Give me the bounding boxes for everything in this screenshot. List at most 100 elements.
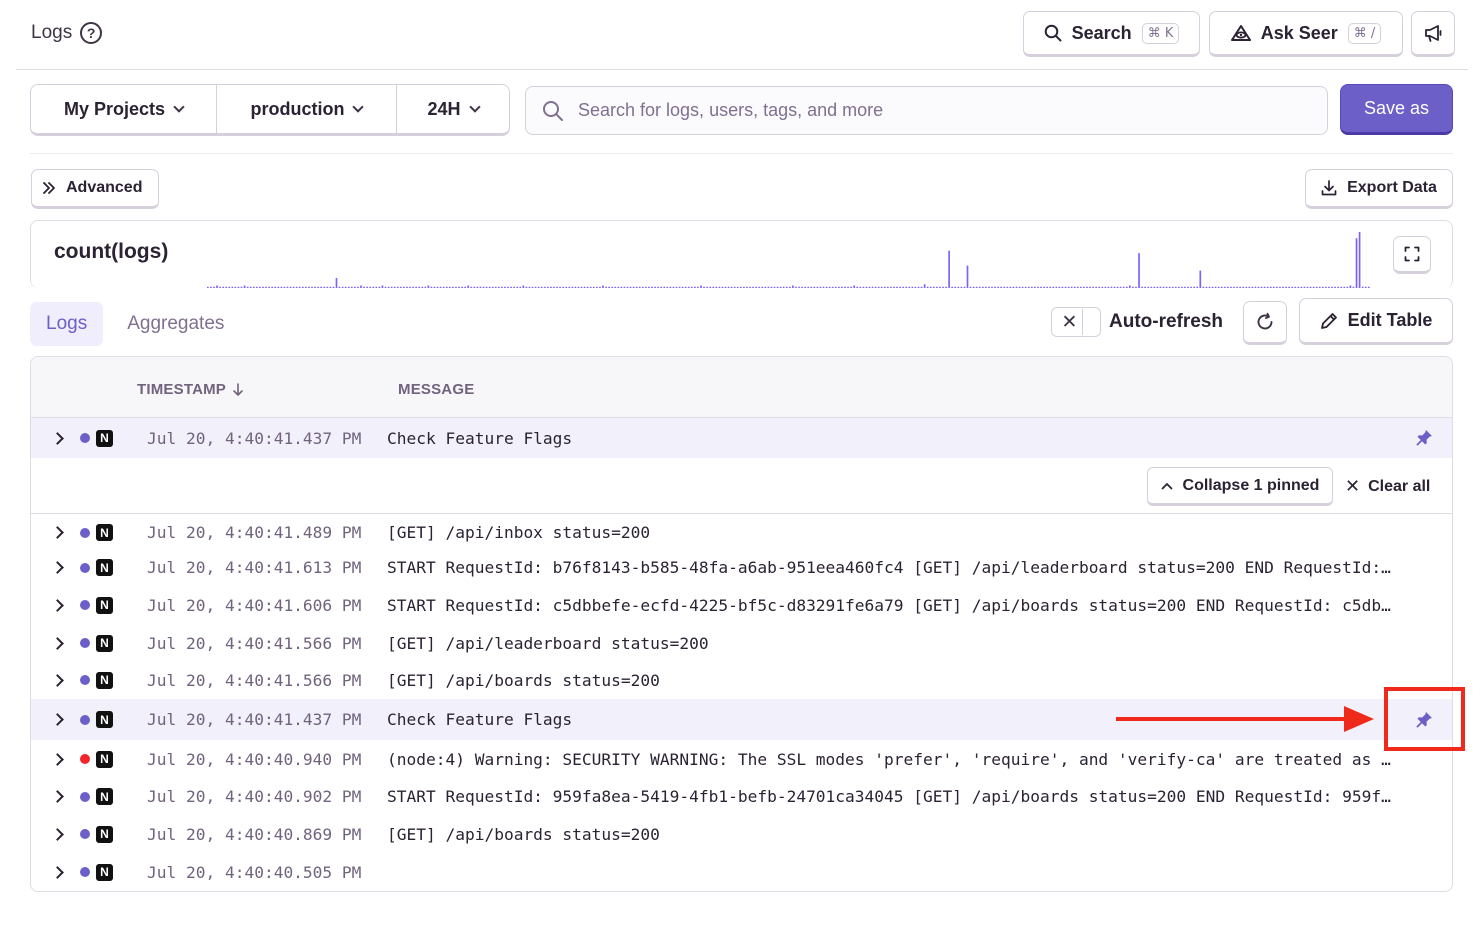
chart-bar: [948, 250, 950, 288]
chart-bar: [467, 285, 470, 288]
pin-icon[interactable]: [1414, 428, 1434, 448]
chart-bar: [1153, 286, 1156, 288]
feedback-button[interactable]: [1411, 11, 1455, 57]
chart-bar: [730, 286, 733, 288]
search-input[interactable]: Search for logs, users, tags, and more: [525, 86, 1328, 135]
collapse-pinned-label: Collapse 1 pinned: [1182, 476, 1320, 494]
severity-dot: [80, 714, 90, 725]
chart-bar: [510, 286, 512, 288]
chart-bar: [568, 286, 571, 288]
severity-dot: [80, 829, 90, 839]
chevron-right-icon[interactable]: [51, 827, 64, 841]
table-row[interactable]: N Jul 20, 4:40:41.613 PM START RequestId: …: [31, 549, 1452, 586]
chart-bar: [645, 286, 647, 288]
clear-all-button[interactable]: ✕ Clear all: [1345, 476, 1430, 497]
chart-bar: [733, 286, 736, 288]
auto-refresh-toggle[interactable]: ✕: [1051, 307, 1101, 337]
column-header-message[interactable]: MESSAGE: [398, 381, 474, 398]
help-icon[interactable]: ?: [80, 22, 103, 44]
chart-bar: [890, 286, 892, 288]
expand-chart-button[interactable]: [1393, 236, 1431, 274]
auto-refresh-label: Auto-refresh: [1109, 311, 1224, 332]
chart-bar: [1239, 286, 1241, 288]
chart-bar: [929, 286, 932, 288]
chart-bar: [868, 286, 871, 288]
chart-bar: [326, 286, 329, 288]
chart-bar: [494, 286, 497, 288]
advanced-label: Advanced: [66, 179, 143, 196]
chevron-right-icon[interactable]: [51, 598, 64, 612]
chart-bar: [476, 286, 479, 288]
search-button[interactable]: Search ⌘ K: [1023, 11, 1200, 57]
tab-aggregates[interactable]: Aggregates: [111, 302, 240, 346]
chevron-double-right-icon: [43, 182, 55, 194]
chart-bar: [1303, 286, 1306, 288]
nextjs-icon: N: [96, 711, 113, 728]
table-row[interactable]: N Jul 20, 4:40:41.606 PM START RequestId: …: [31, 586, 1452, 624]
chart-bar: [433, 286, 436, 288]
chart-bar: [519, 286, 522, 288]
chart-bar: [997, 286, 999, 288]
chart-bar: [1061, 286, 1064, 288]
ask-seer-button[interactable]: Ask Seer ⌘ /: [1209, 11, 1403, 57]
chart-bar: [807, 286, 810, 288]
tab-logs[interactable]: Logs: [30, 302, 104, 346]
chart-bar: [1021, 286, 1024, 288]
chart-bar: [565, 286, 568, 288]
collapse-pinned-button[interactable]: Collapse 1 pinned: [1147, 467, 1333, 506]
clear-all-label: Clear all: [1368, 477, 1431, 495]
chart-bar: [344, 286, 347, 288]
chart-bar: [712, 286, 715, 288]
refresh-button[interactable]: [1243, 301, 1287, 345]
chart-bar: [798, 286, 800, 288]
chart-bar: [880, 286, 883, 288]
chevron-right-icon[interactable]: [51, 561, 64, 574]
chart-bar: [819, 286, 822, 288]
table-row[interactable]: N Jul 20, 4:40:41.566 PM [GET] /api/leader…: [31, 624, 1452, 662]
advanced-toggle-button[interactable]: Advanced: [31, 169, 159, 209]
log-count-chart: [207, 232, 1370, 288]
chevron-right-icon[interactable]: [51, 752, 64, 766]
chart-bar: [378, 286, 381, 288]
chart-bar: [1049, 286, 1052, 288]
table-row[interactable]: N Jul 20, 4:40:40.902 PM START RequestId: …: [31, 778, 1452, 815]
chart-bar: [838, 286, 840, 288]
project-selector[interactable]: My Projects: [31, 85, 217, 133]
chart-bar: [951, 286, 954, 288]
save-as-button[interactable]: Save as: [1340, 84, 1453, 135]
chart-bar: [403, 286, 405, 288]
pinned-table-row[interactable]: N Jul 20, 4:40:41.437 PM Check Feature F…: [31, 418, 1452, 458]
table-row[interactable]: N Jul 20, 4:40:40.940 PM (node:4) Warning:…: [31, 740, 1452, 778]
table-row[interactable]: N Jul 20, 4:40:41.566 PM [GET] /api/boards…: [31, 661, 1452, 699]
chevron-right-icon[interactable]: [51, 865, 64, 879]
search-placeholder: Search for logs, users, tags, and more: [578, 100, 884, 120]
chart-bar: [308, 286, 310, 288]
chart-bar: [700, 285, 702, 288]
chart-bar: [347, 286, 350, 288]
table-row[interactable]: N Jul 20, 4:40:40.869 PM [GET] /api/boards…: [31, 815, 1452, 853]
table-row[interactable]: N Jul 20, 4:40:40.505 PM: [31, 853, 1452, 891]
environment-selector[interactable]: production: [217, 85, 397, 133]
chevron-right-icon[interactable]: [51, 713, 64, 726]
table-row[interactable]: N Jul 20, 4:40:41.489 PM [GET] /api/inbox …: [31, 514, 1452, 551]
period-selector[interactable]: 24H: [397, 85, 509, 133]
chart-bar: [596, 286, 598, 288]
export-data-button[interactable]: Export Data: [1305, 169, 1453, 209]
column-header-timestamp[interactable]: TIMESTAMP: [137, 381, 244, 398]
edit-table-button[interactable]: Edit Table: [1299, 298, 1453, 345]
chart-bar: [485, 286, 488, 288]
chevron-right-icon[interactable]: [51, 790, 64, 803]
chevron-right-icon[interactable]: [51, 526, 64, 539]
chevron-right-icon[interactable]: [51, 636, 64, 650]
chart-bar: [562, 286, 565, 288]
view-tabs: Logs Aggregates: [30, 302, 240, 346]
severity-dot: [80, 433, 90, 443]
chevron-right-icon[interactable]: [51, 673, 64, 687]
severity-dot: [80, 562, 90, 573]
chart-bar: [1046, 286, 1048, 288]
chevron-right-icon[interactable]: [51, 431, 64, 445]
chart-bar: [911, 286, 914, 288]
chart-bar: [1076, 286, 1079, 288]
chart-bar: [1086, 286, 1088, 288]
chart-bar: [1095, 286, 1097, 288]
